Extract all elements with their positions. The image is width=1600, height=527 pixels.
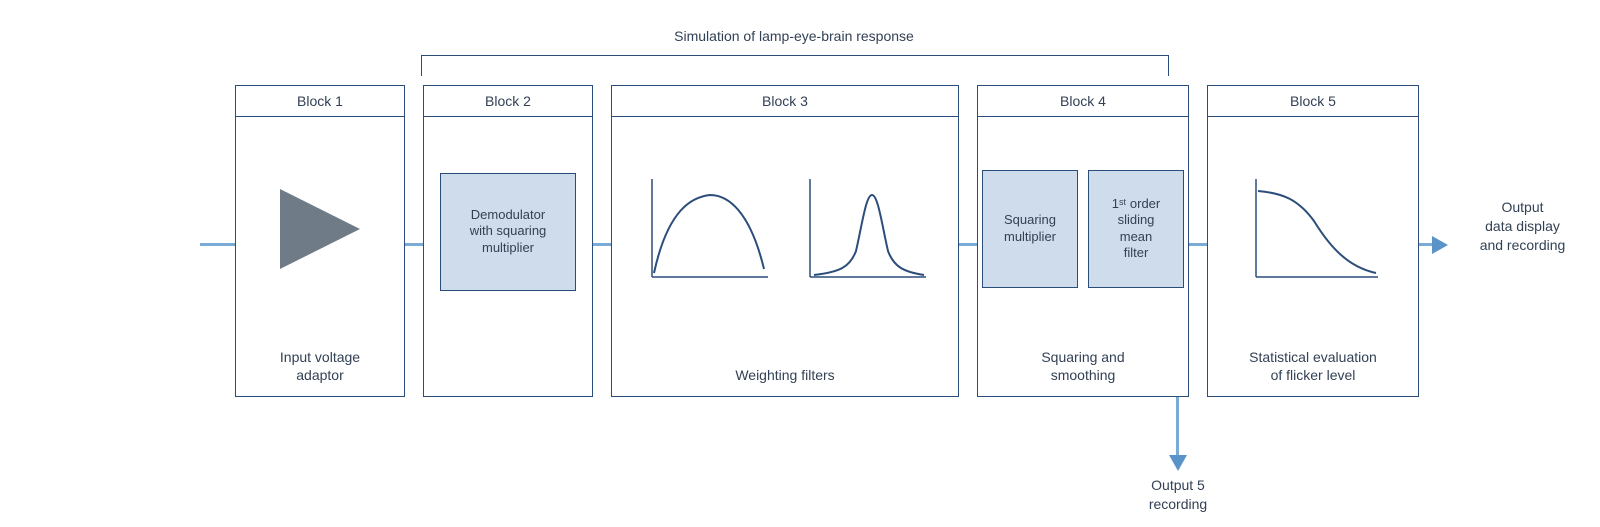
block-4-title: Block 4	[978, 86, 1188, 117]
block-1-title: Block 1	[236, 86, 404, 117]
block-3-caption: Weighting filters	[612, 366, 958, 384]
block-row: Block 1 Input voltageadaptor Block 2 Dem…	[235, 85, 1600, 397]
squaring-multiplier-box: Squaringmultiplier	[982, 170, 1078, 288]
block-5-title: Block 5	[1208, 86, 1418, 117]
weighting-filter-1-plot	[636, 169, 776, 289]
bracket-label: Simulation of lamp-eye-brain response	[421, 28, 1167, 44]
block-4-caption: Squaring andsmoothing	[978, 348, 1188, 384]
sliding-mean-filter-box: 1ˢᵗ orderslidingmeanfilter	[1088, 170, 1184, 288]
flicker-cdf-plot	[1238, 169, 1388, 289]
block-3-title: Block 3	[612, 86, 958, 117]
demodulator-box: Demodulatorwith squaringmultiplier	[440, 173, 576, 291]
diagram-canvas: Outputdata displayand recording Output 5…	[0, 0, 1600, 527]
block-2-title: Block 2	[424, 86, 592, 117]
bracket-icon	[421, 55, 1169, 76]
block-3: Block 3	[611, 85, 959, 397]
block-1-caption: Input voltageadaptor	[236, 348, 404, 384]
block-4: Block 4 Squaringmultiplier 1ˢᵗ orderslid…	[977, 85, 1189, 397]
block-1: Block 1 Input voltageadaptor	[235, 85, 405, 397]
output-branch-label: Output 5recording	[1108, 476, 1248, 514]
weighting-filter-2-plot	[794, 169, 934, 289]
branch-arrowhead-icon	[1169, 455, 1187, 471]
block-5: Block 5 Statistical evaluationof flicker…	[1207, 85, 1419, 397]
block-5-caption: Statistical evaluationof flicker level	[1208, 348, 1418, 384]
block-2: Block 2 Demodulatorwith squaringmultipli…	[423, 85, 593, 397]
amplifier-triangle-icon	[280, 189, 360, 269]
